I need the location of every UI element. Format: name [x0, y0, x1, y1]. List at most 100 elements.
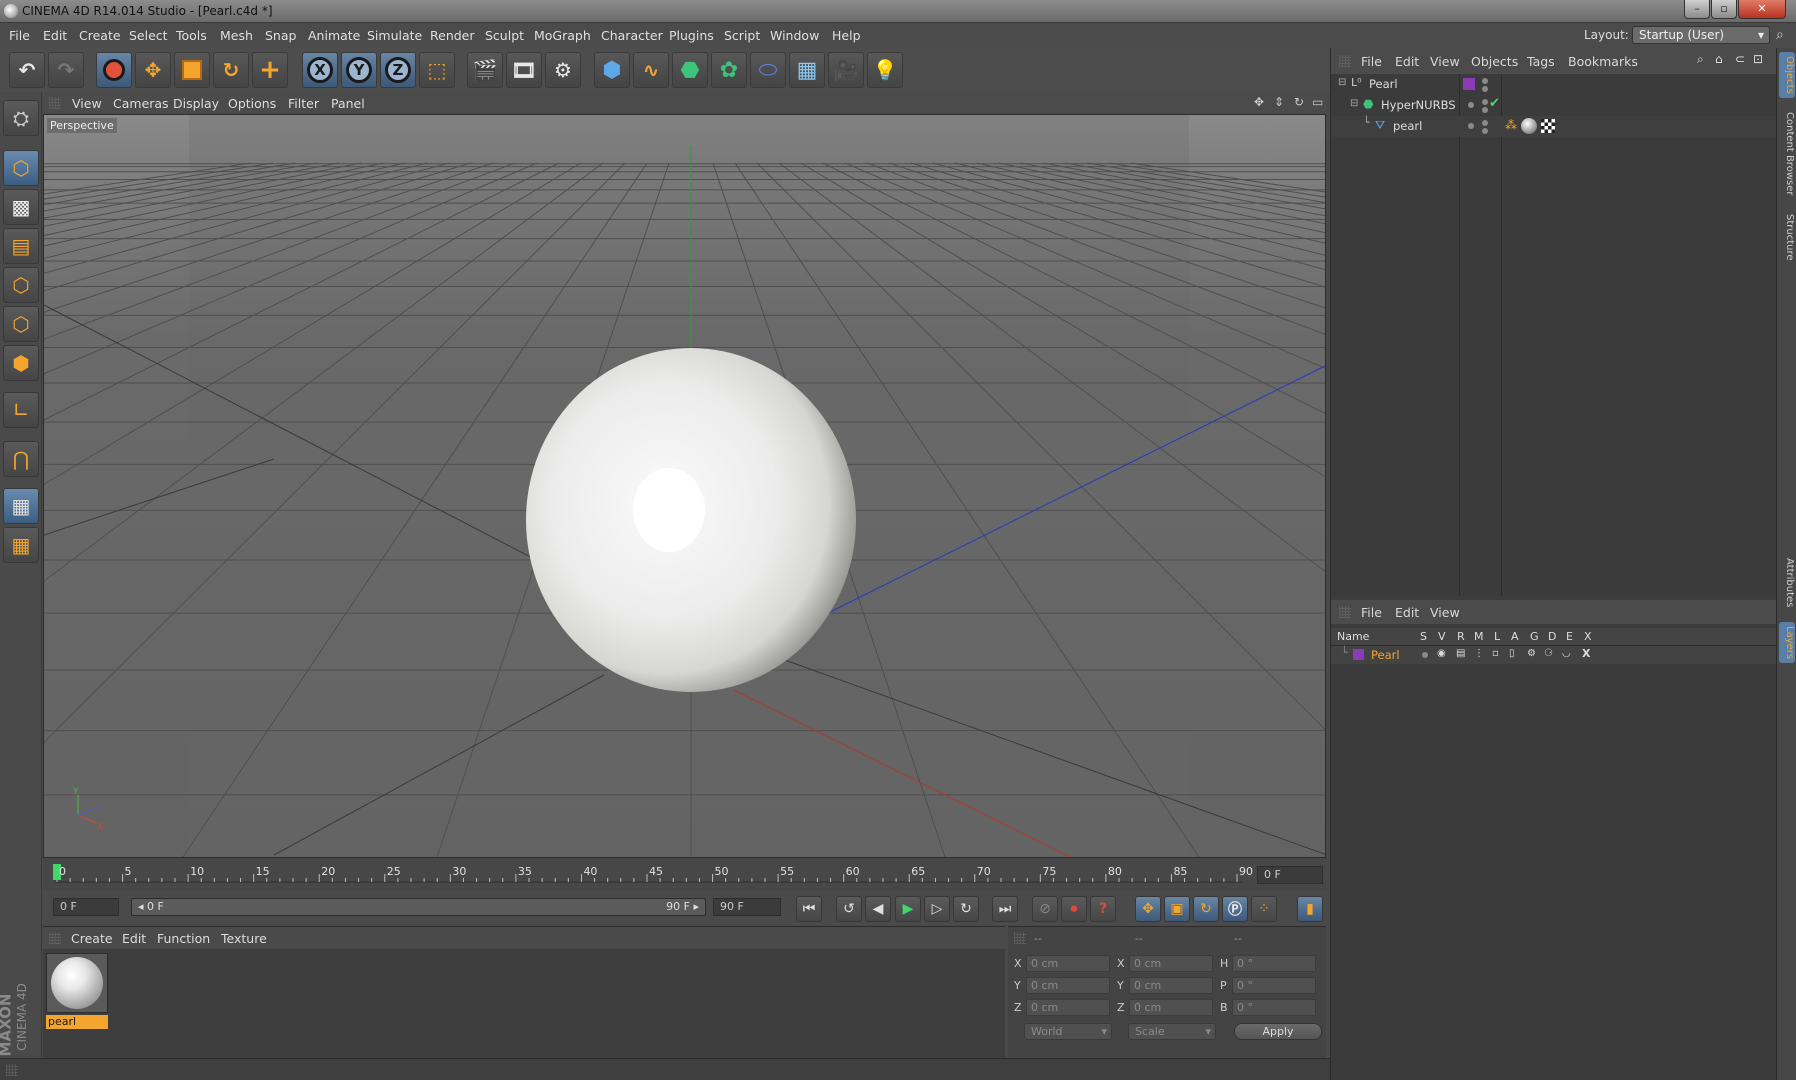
menu-character[interactable]: Character [601, 28, 663, 43]
coordinate-mode-select[interactable]: World ▾ [1024, 1023, 1112, 1040]
enabled-check-icon[interactable]: ✔ [1489, 96, 1500, 111]
viewport-zoom-icon[interactable]: ⇕ [1274, 95, 1284, 109]
apply-button[interactable]: Apply [1234, 1023, 1322, 1040]
menu-create[interactable]: Create [79, 28, 121, 43]
autokey-button[interactable]: ⏺ [1061, 896, 1087, 922]
menu-tools[interactable]: Tools [176, 28, 207, 43]
obj-menu-objects[interactable]: Objects [1471, 54, 1518, 69]
perspective-viewport[interactable]: Y X Z Perspective [43, 114, 1326, 858]
material-swatch[interactable]: pearl [46, 953, 108, 1029]
editor-visibility-dot[interactable] [1468, 102, 1474, 108]
material-menu-function[interactable]: Function [157, 931, 210, 946]
tab-layers[interactable]: Layers [1779, 622, 1795, 664]
add-spline-button[interactable]: ∿ [633, 52, 669, 88]
edges-mode-button[interactable]: ⬡ [3, 306, 39, 342]
menu-snap[interactable]: Snap [265, 28, 296, 43]
timeline-ruler[interactable]: 0 5 10 15 20 25 30 35 40 45 50 55 60 65 70 75 80 85 90 0 F [43, 858, 1326, 890]
play-button[interactable]: ▶ [895, 896, 921, 922]
material-menu-texture[interactable]: Texture [221, 931, 267, 946]
column-xref[interactable]: X [1584, 630, 1592, 643]
current-frame-field[interactable]: 0 F [1257, 866, 1323, 884]
viewport-menu-view[interactable]: View [72, 96, 102, 111]
search-icon[interactable]: ⌕ [1776, 27, 1784, 43]
scheme-button[interactable]: ▮ [1297, 896, 1323, 922]
layer-color-swatch[interactable] [1463, 78, 1475, 90]
next-key-button[interactable]: ↻ [953, 896, 979, 922]
viewport-menu-filter[interactable]: Filter [288, 96, 319, 111]
layer-name[interactable]: Pearl [1371, 648, 1400, 662]
size-x-field[interactable]: 0 cm [1129, 955, 1213, 972]
start-frame-field[interactable]: 0 F [53, 898, 119, 916]
lock-y-button[interactable]: Y [341, 52, 377, 88]
render-visibility-dot[interactable] [1482, 99, 1488, 105]
column-locked[interactable]: L [1494, 630, 1500, 643]
editor-visibility-dot[interactable] [1468, 123, 1474, 129]
tab-objects[interactable]: Objects [1779, 52, 1795, 98]
rot-p-field[interactable]: 0 ° [1232, 977, 1316, 994]
collapse-icon[interactable]: ⊟ [1350, 98, 1358, 109]
obj-menu-tags[interactable]: Tags [1527, 54, 1555, 69]
xref-icon[interactable]: X [1582, 647, 1590, 660]
obj-menu-edit[interactable]: Edit [1395, 54, 1419, 69]
scale-tool-button[interactable] [174, 52, 210, 88]
add-cube-button[interactable]: ⬢ [594, 52, 630, 88]
eye-icon[interactable]: ◉ [1437, 648, 1446, 659]
record-keys-button[interactable]: ⊘ [1032, 896, 1058, 922]
editor-visibility-dot[interactable] [1482, 78, 1488, 84]
texture-mode-button[interactable]: ▩ [3, 189, 39, 225]
maximize-button[interactable]: ▫ [1711, 0, 1737, 19]
menu-help[interactable]: Help [832, 28, 861, 43]
add-tool-button[interactable]: + [252, 52, 288, 88]
menu-edit[interactable]: Edit [43, 28, 67, 43]
pos-y-field[interactable]: 0 cm [1026, 977, 1110, 994]
viewport-pan-icon[interactable]: ✥ [1254, 95, 1264, 109]
object-row[interactable]: ⊟ L⁰ Pearl [1331, 74, 1777, 95]
lock-x-button[interactable]: X [302, 52, 338, 88]
viewport-menu-panel[interactable]: Panel [331, 96, 365, 111]
animation-icon[interactable]: ▯ [1509, 648, 1515, 659]
frame-range-slider[interactable]: ◂ 0 F 90 F ▸ [131, 898, 706, 916]
obj-menu-file[interactable]: File [1361, 54, 1382, 69]
render-icon[interactable]: ▤ [1456, 648, 1465, 659]
menu-simulate[interactable]: Simulate [367, 28, 422, 43]
home-icon[interactable]: ⌂ [1715, 52, 1723, 66]
next-frame-button[interactable]: ▷ [924, 896, 950, 922]
menu-select[interactable]: Select [129, 28, 168, 43]
record-pla-button[interactable]: ⁘ [1251, 896, 1277, 922]
workplane-mode-button[interactable]: ▤ [3, 228, 39, 264]
lock-z-button[interactable]: Z [380, 52, 416, 88]
object-row[interactable]: ⊟ ⬣ HyperNURBS ✔ [1331, 95, 1777, 116]
render-visibility-dot[interactable] [1482, 120, 1488, 126]
menu-sculpt[interactable]: Sculpt [485, 28, 524, 43]
move-tool-button[interactable]: ✥ [135, 52, 171, 88]
goto-start-button[interactable]: ⏮ [796, 896, 822, 922]
add-deformer-button[interactable]: ⬭ [750, 52, 786, 88]
material-menu-edit[interactable]: Edit [122, 931, 146, 946]
column-solo[interactable]: S [1420, 630, 1427, 643]
layer-menu-file[interactable]: File [1361, 605, 1382, 620]
tab-structure[interactable]: Structure [1779, 210, 1795, 265]
live-selection-button[interactable] [96, 52, 132, 88]
material-menu-create[interactable]: Create [71, 931, 113, 946]
material-tag-icon[interactable] [1521, 118, 1537, 134]
add-nurbs-button[interactable]: ⬣ [672, 52, 708, 88]
record-position-button[interactable]: ✥ [1135, 896, 1161, 922]
minimize-button[interactable]: – [1684, 0, 1710, 19]
add-scene-button[interactable]: ▦ [789, 52, 825, 88]
menu-mesh[interactable]: Mesh [220, 28, 253, 43]
polygons-mode-button[interactable]: ⬢ [3, 345, 39, 381]
record-parameter-button[interactable]: Ⓟ [1222, 896, 1248, 922]
search-icon[interactable]: ⌕ [1697, 52, 1704, 67]
add-camera-button[interactable]: 🎥 [828, 52, 864, 88]
close-button[interactable]: ✕ [1738, 0, 1786, 19]
lock-icon[interactable]: ▫ [1492, 648, 1499, 659]
viewport-maximize-icon[interactable]: ▭ [1312, 95, 1323, 109]
size-mode-select[interactable]: Scale ▾ [1128, 1023, 1216, 1040]
undo-button[interactable]: ↶ [9, 52, 45, 88]
rotate-tool-button[interactable]: ↻ [213, 52, 249, 88]
rot-h-field[interactable]: 0 ° [1232, 955, 1316, 972]
tab-attributes[interactable]: Attributes [1779, 554, 1795, 611]
solo-toggle[interactable] [1422, 652, 1428, 658]
collapse-icon[interactable]: ⊟ [1338, 77, 1346, 88]
planar-workplane-button[interactable]: ▦ [3, 527, 39, 563]
